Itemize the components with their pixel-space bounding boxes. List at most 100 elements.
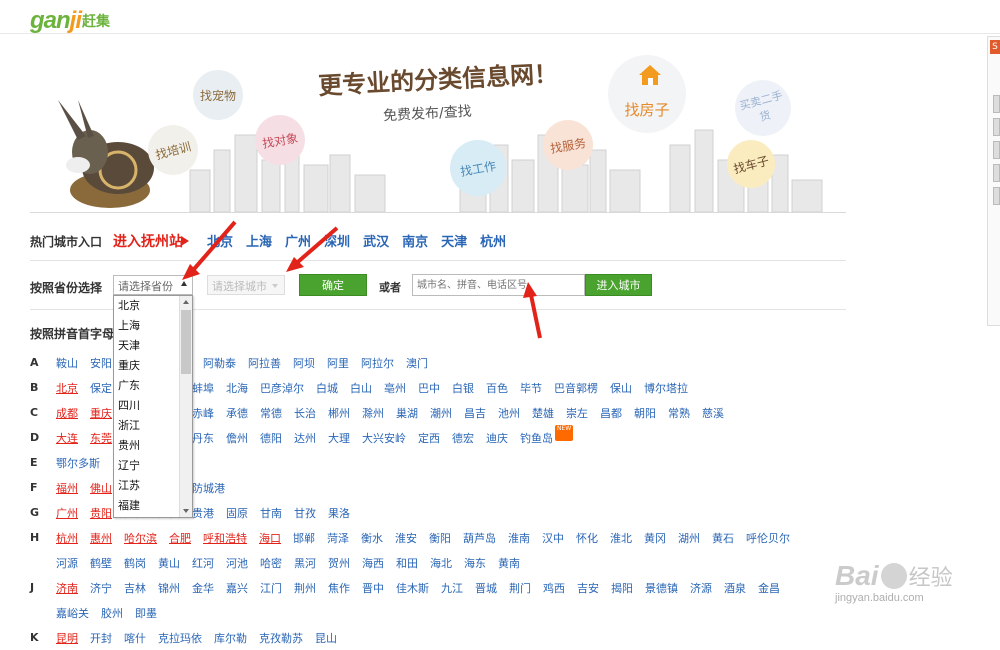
city-link[interactable]: 淮安 <box>395 530 417 546</box>
city-link[interactable]: 哈尔滨 <box>124 530 157 546</box>
city-link[interactable]: 胶州 <box>101 605 123 621</box>
city-link[interactable]: 阿里 <box>327 355 349 371</box>
city-link[interactable]: 巴彦淖尔 <box>260 380 304 396</box>
city-link[interactable]: 德阳 <box>260 430 282 446</box>
city-link[interactable]: 海东 <box>464 555 486 571</box>
city-link[interactable]: 北京 <box>56 380 78 396</box>
city-link[interactable]: 大连 <box>56 430 78 446</box>
city-link[interactable]: 大理 <box>328 430 350 446</box>
city-link[interactable]: 吉安 <box>577 580 599 596</box>
city-link[interactable]: 九江 <box>441 580 463 596</box>
city-link[interactable]: 长治 <box>294 405 316 421</box>
city-link[interactable]: 澳门 <box>406 355 428 371</box>
city-link[interactable]: 库尔勒 <box>214 630 247 646</box>
city-link[interactable]: 红河 <box>192 555 214 571</box>
city-link[interactable]: 阿拉善 <box>248 355 281 371</box>
city-link[interactable]: 贺州 <box>328 555 350 571</box>
city-link[interactable]: 邯郸 <box>293 530 315 546</box>
city-link[interactable]: 鞍山 <box>56 355 78 371</box>
city-link[interactable]: 衡阳 <box>429 530 451 546</box>
city-link[interactable]: 郴州 <box>328 405 350 421</box>
side-panel-button[interactable] <box>993 164 1000 182</box>
city-link[interactable]: 济源 <box>690 580 712 596</box>
city-link[interactable]: 金昌 <box>758 580 780 596</box>
city-link[interactable]: 荆门 <box>509 580 531 596</box>
city-link[interactable]: 淮北 <box>610 530 632 546</box>
city-link[interactable]: 钓鱼岛 <box>520 430 553 446</box>
city-link[interactable]: 杭州 <box>56 530 78 546</box>
city-link[interactable]: 鸡西 <box>543 580 565 596</box>
city-link[interactable]: 佳木斯 <box>396 580 429 596</box>
city-link[interactable]: 和田 <box>396 555 418 571</box>
city-link[interactable]: 巴中 <box>418 380 440 396</box>
city-link[interactable]: 淮南 <box>508 530 530 546</box>
city-link[interactable]: 楚雄 <box>532 405 554 421</box>
city-link[interactable]: 克拉玛依 <box>158 630 202 646</box>
city-link[interactable]: 合肥 <box>169 530 191 546</box>
scroll-down-icon[interactable] <box>183 509 189 513</box>
city-link[interactable]: 百色 <box>486 380 508 396</box>
side-panel-button[interactable] <box>993 118 1000 136</box>
hot-city-link[interactable]: 天津 <box>441 231 467 250</box>
city-link[interactable]: 达州 <box>294 430 316 446</box>
city-link[interactable]: 承德 <box>226 405 248 421</box>
city-link[interactable]: 丹东 <box>192 430 214 446</box>
city-link[interactable]: 黄南 <box>498 555 520 571</box>
city-link[interactable]: 酒泉 <box>724 580 746 596</box>
city-link[interactable]: 甘南 <box>260 505 282 521</box>
city-link[interactable]: 济南 <box>56 580 78 596</box>
city-link[interactable]: 昌吉 <box>464 405 486 421</box>
city-link[interactable]: 黑河 <box>294 555 316 571</box>
city-link[interactable]: 哈密 <box>260 555 282 571</box>
city-link[interactable]: 固原 <box>226 505 248 521</box>
city-link[interactable]: 克孜勒苏 <box>259 630 303 646</box>
enter-city-button[interactable]: 进入城市 <box>585 274 652 296</box>
city-link[interactable]: 海口 <box>259 530 281 546</box>
city-link[interactable]: 葫芦岛 <box>463 530 496 546</box>
scroll-up-icon[interactable] <box>183 300 189 304</box>
city-link[interactable]: 定西 <box>418 430 440 446</box>
city-link[interactable]: 汉中 <box>542 530 564 546</box>
city-link[interactable]: 东莞 <box>90 430 112 446</box>
city-link[interactable]: 菏泽 <box>327 530 349 546</box>
city-link[interactable]: 甘孜 <box>294 505 316 521</box>
city-link[interactable]: 贵阳 <box>90 505 112 521</box>
city-link[interactable]: 滁州 <box>362 405 384 421</box>
city-link[interactable]: 白银 <box>452 380 474 396</box>
city-link[interactable]: 衡水 <box>361 530 383 546</box>
city-link[interactable]: 白城 <box>316 380 338 396</box>
side-panel-button[interactable] <box>993 95 1000 113</box>
city-link[interactable]: 儋州 <box>226 430 248 446</box>
province-dropdown[interactable]: 北京 上海 天津 重庆 广东 四川 浙江 贵州 辽宁 江苏 福建 <box>113 295 193 518</box>
city-link[interactable]: 济宁 <box>90 580 112 596</box>
city-link[interactable]: 荆州 <box>294 580 316 596</box>
city-link[interactable]: 金华 <box>192 580 214 596</box>
city-link[interactable]: 呼和浩特 <box>203 530 247 546</box>
city-link[interactable]: 保山 <box>610 380 632 396</box>
city-link[interactable]: 喀什 <box>124 630 146 646</box>
side-panel-tab[interactable]: S <box>990 40 1000 54</box>
city-link[interactable]: 怀化 <box>576 530 598 546</box>
city-link[interactable]: 锦州 <box>158 580 180 596</box>
dropdown-scrollbar[interactable] <box>179 296 192 517</box>
hot-city-link[interactable]: 武汉 <box>363 231 389 250</box>
city-link[interactable]: 黄山 <box>158 555 180 571</box>
city-link[interactable]: 保定 <box>90 380 112 396</box>
city-link[interactable]: 海西 <box>362 555 384 571</box>
city-link[interactable]: 惠州 <box>90 530 112 546</box>
side-panel-button[interactable] <box>993 187 1000 205</box>
city-link[interactable]: 德宏 <box>452 430 474 446</box>
hot-city-link[interactable]: 杭州 <box>480 231 506 250</box>
city-link[interactable]: 亳州 <box>384 380 406 396</box>
city-link[interactable]: 阿勒泰 <box>203 355 236 371</box>
city-link[interactable]: 昆明 <box>56 630 78 646</box>
city-link[interactable]: 吉林 <box>124 580 146 596</box>
city-link[interactable]: 崇左 <box>566 405 588 421</box>
city-link[interactable]: 湖州 <box>678 530 700 546</box>
city-link[interactable]: 昌都 <box>600 405 622 421</box>
city-link[interactable]: 北海 <box>226 380 248 396</box>
hot-city-link[interactable]: 上海 <box>246 231 272 250</box>
city-link[interactable]: 河池 <box>226 555 248 571</box>
city-link[interactable]: 即墨 <box>135 605 157 621</box>
city-link[interactable]: 朝阳 <box>634 405 656 421</box>
